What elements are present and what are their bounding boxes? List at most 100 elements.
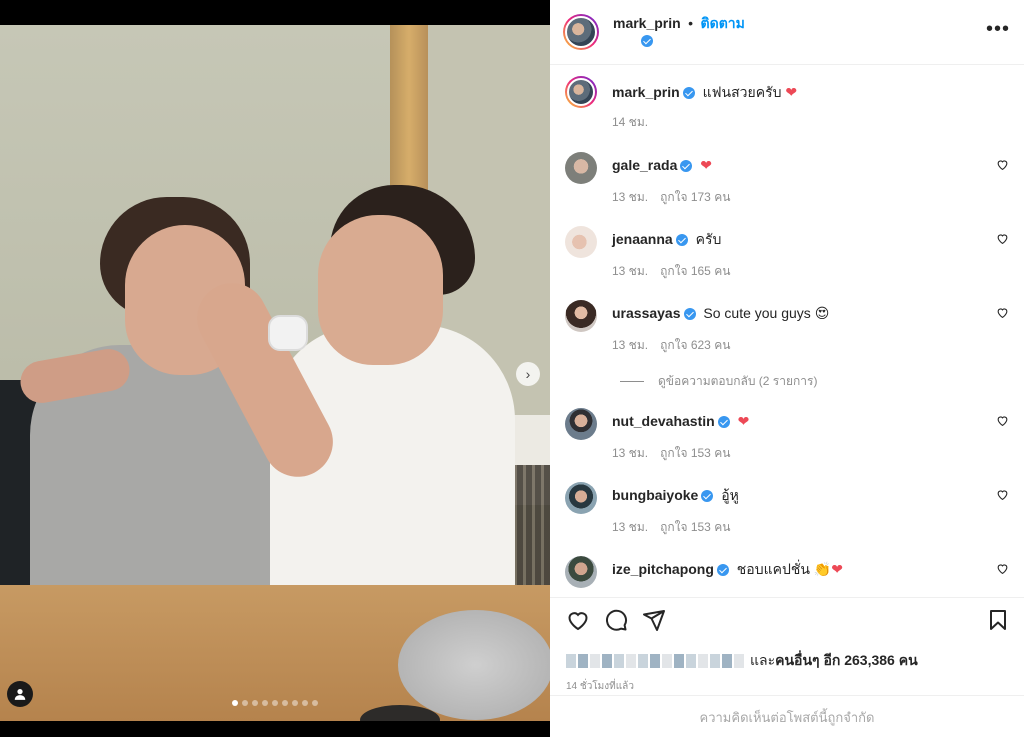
comment-item: jenaanna ครับ 13 ชม. ถูกใจ 165 คน [565,226,1015,281]
like-comment-heart-icon[interactable] [996,488,1009,501]
verified-badge-icon [682,87,695,100]
carousel-dot [312,700,318,706]
comment-text: ชอบแคปชั่น [736,561,810,577]
comment-likes[interactable]: ถูกใจ 173 คน [660,190,730,204]
verified-badge-icon [701,490,714,503]
author-avatar[interactable] [563,14,599,50]
carousel-dot [282,700,288,706]
commenter-username[interactable]: gale_rada [612,157,677,173]
like-comment-heart-icon[interactable] [996,232,1009,245]
comment-emoji: ❤ [737,413,750,429]
verified-badge-icon [641,34,653,47]
commenter-username[interactable]: ize_pitchapong [612,561,714,577]
verified-badge-icon [675,234,688,247]
verified-badge-icon [683,308,696,321]
like-comment-heart-icon[interactable] [996,306,1009,319]
commenter-avatar[interactable] [565,408,597,440]
action-icons-bar [566,608,1010,634]
comments-limited-notice: ความคิดเห็นต่อโพสต์นี้ถูกจำกัด [550,695,1024,737]
commenter-avatar[interactable] [565,152,597,184]
carousel-next-button[interactable]: › [516,362,540,386]
comment-item: ize_pitchapong ชอบแคปชั่น 👏❤ [565,556,1015,588]
carousel-dot [272,700,278,706]
commenter-username[interactable]: bungbaiyoke [612,487,698,503]
more-options-icon[interactable]: ••• [986,19,1010,39]
likes-prefix: และ [750,652,776,668]
carousel-dot [252,700,258,706]
photo-plate [398,610,550,720]
comment-likes[interactable]: ถูกใจ 153 คน [660,520,730,534]
caption-avatar[interactable] [565,76,597,108]
photo-wood-pole [390,25,428,195]
likes-summary[interactable]: และ คนอื่นๆ อีก 263,386 คน [566,650,918,672]
caption-username[interactable]: mark_prin [612,84,680,100]
author-username[interactable]: mark_prin [613,15,681,31]
commenter-avatar[interactable] [565,226,597,258]
like-comment-heart-icon[interactable] [996,158,1009,171]
like-comment-heart-icon[interactable] [996,562,1009,575]
caption-time: 14 ชม. [612,115,649,129]
caption-emoji: ❤ [785,84,798,100]
carousel-dot [292,700,298,706]
follow-button[interactable]: ติดตาม [701,15,745,31]
like-heart-icon[interactable] [566,608,590,632]
photo-man-head [318,215,443,365]
comment-text: So cute you guys [703,305,811,321]
share-plane-icon[interactable] [642,608,666,632]
comment-likes[interactable]: ถูกใจ 165 คน [660,264,730,278]
post-side-panel: mark_prin • ติดตาม ••• mark_prin แฟนสวยค… [550,0,1024,737]
user-icon [14,689,26,700]
carousel-dot [232,700,238,706]
comments-list[interactable]: mark_prin แฟนสวยครับ ❤ 14 ชม. gale_rada … [550,66,1024,596]
comment-emoji: 😍 [814,305,830,321]
comment-item: bungbaiyoke อู้หู 13 ชม. ถูกใจ 153 คน [565,482,1015,537]
comment-time: 13 ชม. [612,264,649,278]
post-header: mark_prin • ติดตาม ••• [550,0,1024,65]
comment-item: gale_rada ❤ 13 ชม. ถูกใจ 173 คน [565,152,1015,207]
verified-badge-icon [716,564,729,577]
comment-time: 13 ชม. [612,190,649,204]
verified-badge-icon [717,416,730,429]
author-name-block: mark_prin • ติดตาม [613,15,745,49]
likes-count[interactable]: คนอื่นๆ อีก 263,386 คน [775,650,918,672]
verified-badge-icon [680,160,693,173]
comment-item: nut_devahastin ❤ 13 ชม. ถูกใจ 153 คน [565,408,1015,463]
post-caption: mark_prin แฟนสวยครับ ❤ 14 ชม. [565,76,1015,132]
commenter-avatar[interactable] [565,556,597,588]
blurred-liker-names [566,654,744,668]
photo-watch [268,315,308,351]
carousel-indicator [232,700,318,706]
commenter-avatar[interactable] [565,300,597,332]
comment-text: อู้หู [721,487,739,503]
commenter-avatar[interactable] [565,482,597,514]
comment-time: 13 ชม. [612,338,649,352]
comment-item: urassayas So cute you guys 😍 13 ชม. ถูกใจ… [565,300,1015,355]
bookmark-icon[interactable] [986,608,1010,632]
carousel-dot [242,700,248,706]
chevron-right-icon: › [525,366,531,382]
view-replies-label: ดูข้อความตอบกลับ (2 รายการ) [658,374,818,388]
comment-emoji: ❤ [700,157,712,173]
comment-likes[interactable]: ถูกใจ 153 คน [660,446,730,460]
post-photo-area: › [0,0,550,737]
view-replies-button[interactable]: ดูข้อความตอบกลับ (2 รายการ) [620,372,817,391]
post-image[interactable] [0,25,550,721]
commenter-username[interactable]: nut_devahastin [612,413,715,429]
commenter-username[interactable]: urassayas [612,305,681,321]
post-actions-section: และ คนอื่นๆ อีก 263,386 คน 14 ชั่วโมงที่แ… [550,597,1024,737]
comment-time: 13 ชม. [612,446,649,460]
comment-emoji: 👏❤ [813,561,844,577]
like-comment-heart-icon[interactable] [996,414,1009,427]
carousel-dot [302,700,308,706]
caption-text: แฟนสวยครับ [702,84,782,100]
comment-text: ครับ [695,231,722,247]
commenter-username[interactable]: jenaanna [612,231,673,247]
comment-time: 13 ชม. [612,520,649,534]
carousel-dot [262,700,268,706]
comment-bubble-icon[interactable] [604,608,628,632]
comment-likes[interactable]: ถูกใจ 623 คน [660,338,730,352]
replies-divider-line [620,381,644,382]
header-separator: • [688,15,694,31]
post-timestamp[interactable]: 14 ชั่วโมงที่แล้ว [566,679,634,694]
tagged-users-button[interactable] [7,681,33,707]
